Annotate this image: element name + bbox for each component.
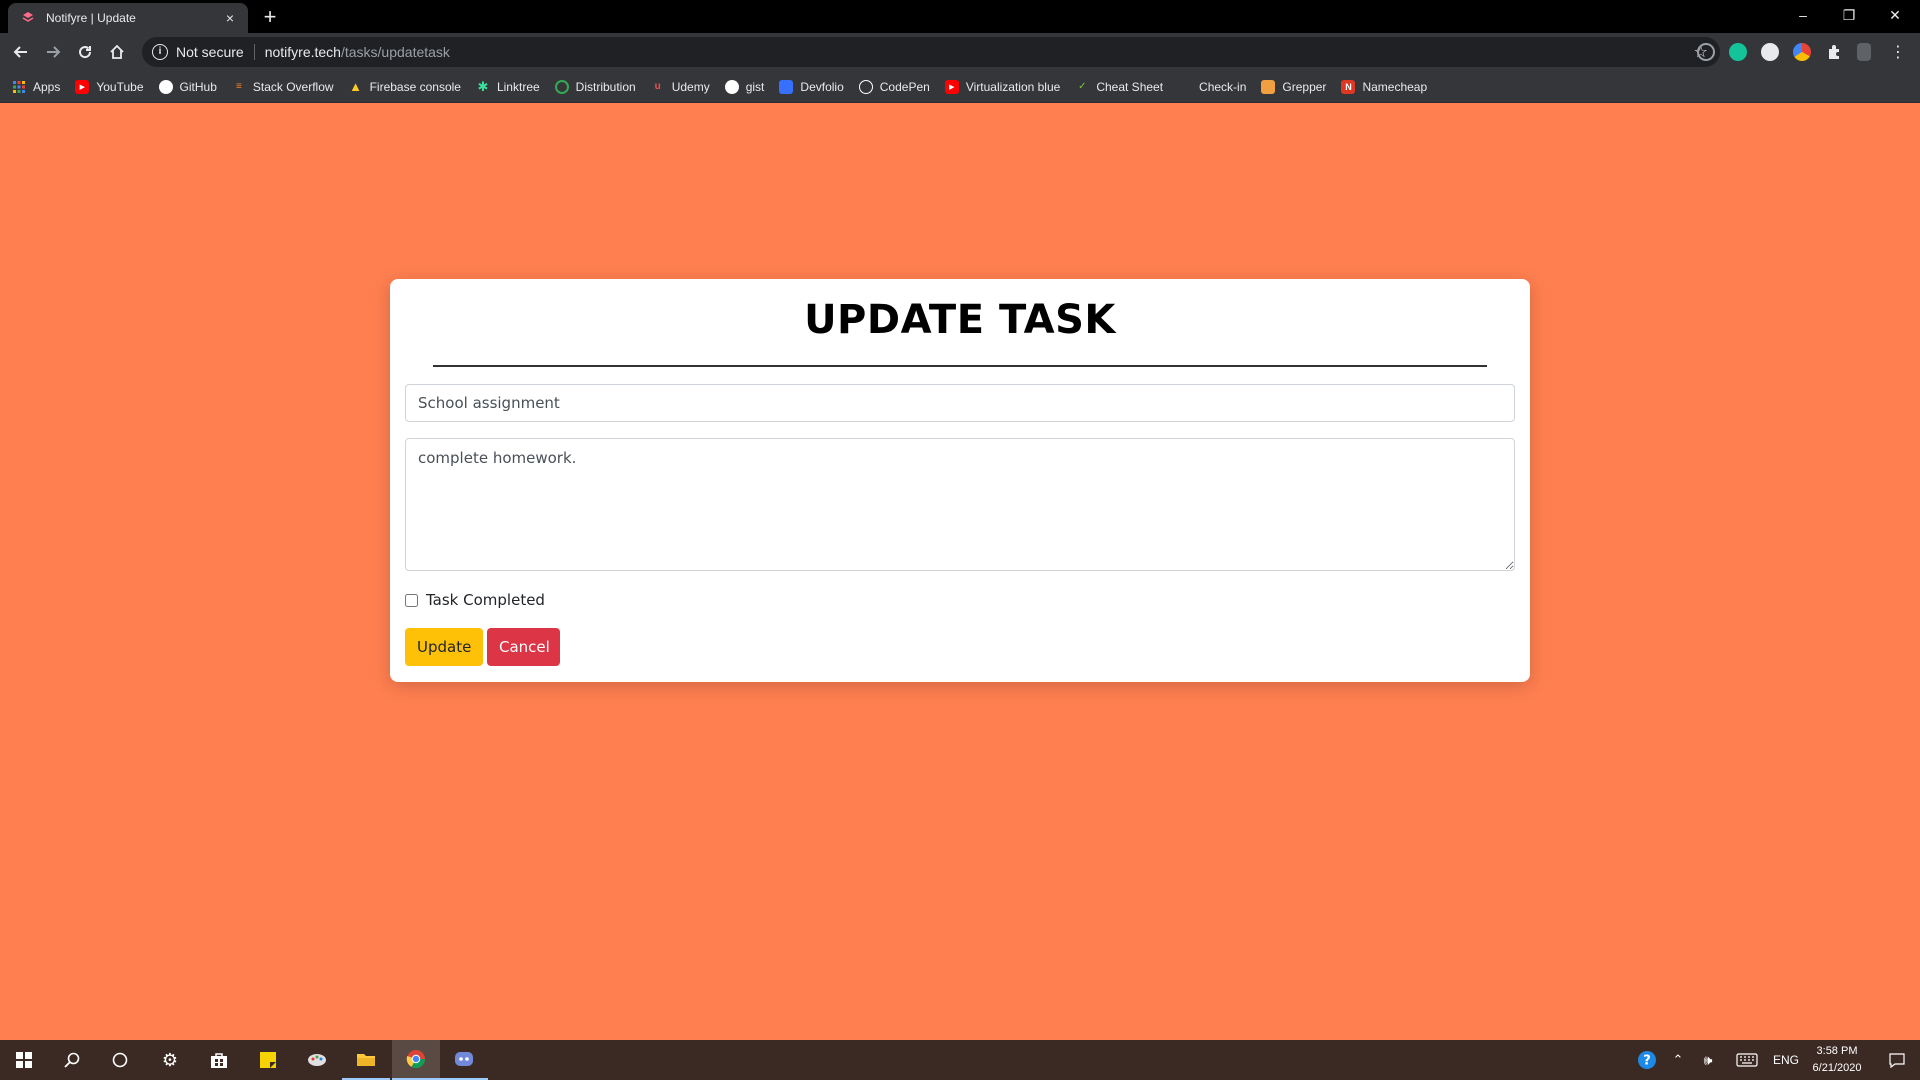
- bookmark-devfolio[interactable]: Devfolio: [779, 79, 844, 94]
- settings-gear-icon[interactable]: ⚙: [146, 1040, 194, 1080]
- update-button[interactable]: Update: [405, 628, 483, 666]
- devfolio-icon: [779, 79, 794, 94]
- bookmark-udemy[interactable]: u Udemy: [651, 80, 710, 94]
- bookmarks-bar: Apps ▶ YouTube GitHub ≡ Stack Overflow ▲ Fi…: [0, 71, 1920, 103]
- reload-button[interactable]: [73, 40, 97, 64]
- task-completed-label: Task Completed: [426, 591, 545, 609]
- info-icon[interactable]: i: [152, 44, 168, 60]
- grepper-icon: [1261, 79, 1276, 94]
- sticky-notes-icon[interactable]: [244, 1040, 292, 1080]
- task-completed-row[interactable]: Task Completed: [405, 591, 545, 609]
- notifyre-favicon-icon: [20, 10, 36, 26]
- profile-avatar[interactable]: [1857, 43, 1871, 61]
- extension-github-icon[interactable]: [1697, 43, 1715, 61]
- forward-button[interactable]: [41, 40, 65, 64]
- bookmark-stackoverflow[interactable]: ≡ Stack Overflow: [232, 80, 334, 94]
- clock-time: 3:58 PM: [1816, 1045, 1858, 1057]
- bookmark-linktree[interactable]: ✱ Linktree: [476, 78, 540, 94]
- chrome-icon[interactable]: [392, 1040, 440, 1080]
- title-divider: [433, 365, 1487, 367]
- home-button[interactable]: [105, 40, 129, 64]
- bookmark-check-in[interactable]: Check-in: [1178, 80, 1246, 94]
- paint-icon[interactable]: [293, 1040, 341, 1080]
- udemy-icon: u: [654, 81, 661, 92]
- bookmark-github[interactable]: GitHub: [158, 79, 217, 94]
- minimize-button[interactable]: –: [1780, 0, 1826, 30]
- cheatsheet-icon: ✓: [1078, 81, 1087, 92]
- browser-tab-active[interactable]: Notifyre | Update ×: [8, 3, 248, 33]
- bookmark-codepen[interactable]: CodePen: [858, 79, 930, 94]
- github-icon: [158, 79, 173, 94]
- language-indicator[interactable]: ENG: [1768, 1040, 1804, 1080]
- discord-icon[interactable]: [440, 1040, 488, 1080]
- security-label: Not secure: [176, 44, 244, 60]
- firebase-icon: ▲: [349, 79, 363, 94]
- back-button[interactable]: [9, 40, 33, 64]
- reload-icon: [79, 46, 92, 59]
- url-host: notifyre.tech: [264, 44, 341, 60]
- keyboard-icon[interactable]: [1730, 1040, 1764, 1080]
- url-path: /tasks/updatetask: [340, 44, 450, 60]
- namecheap-icon: N: [1341, 79, 1356, 94]
- github-icon: [724, 79, 739, 94]
- distribution-icon: [554, 79, 569, 94]
- windows-taskbar: ⚙ ? ⌃ 🕪 ENG 3:58 PM 6/21/2020: [0, 1040, 1920, 1080]
- bookmark-gist[interactable]: gist: [724, 79, 764, 94]
- youtube-icon: ▶: [944, 79, 959, 94]
- extensions-puzzle-icon[interactable]: [1822, 40, 1846, 64]
- address-bar[interactable]: i Not secure notifyre.tech /tasks/update…: [142, 37, 1720, 67]
- store-icon[interactable]: [195, 1040, 243, 1080]
- volume-icon[interactable]: 🕪: [1694, 1040, 1722, 1080]
- address-separator: [253, 44, 255, 60]
- close-window-button[interactable]: ✕: [1872, 0, 1918, 30]
- bookmark-apps[interactable]: Apps: [12, 80, 60, 94]
- bookmark-youtube[interactable]: ▶ YouTube: [75, 79, 144, 94]
- task-title-input[interactable]: [405, 384, 1515, 422]
- bookmark-namecheap[interactable]: N Namecheap: [1341, 79, 1427, 94]
- home-icon: [110, 44, 124, 59]
- bookmark-cheat-sheet[interactable]: ✓ Cheat Sheet: [1075, 80, 1163, 94]
- stackoverflow-icon: ≡: [235, 81, 242, 92]
- back-arrow-icon: [13, 46, 27, 58]
- action-center-icon[interactable]: [1874, 1040, 1920, 1080]
- codepen-icon: [858, 79, 873, 94]
- tab-close-icon[interactable]: ×: [222, 10, 238, 26]
- tab-title: Notifyre | Update: [46, 11, 136, 25]
- file-explorer-icon[interactable]: [342, 1040, 390, 1080]
- tray-chevron-up-icon[interactable]: ⌃: [1666, 1040, 1690, 1080]
- apps-grid-icon: [12, 80, 26, 94]
- help-icon[interactable]: ?: [1630, 1040, 1664, 1080]
- linktree-icon: ✱: [477, 78, 489, 94]
- bookmark-firebase[interactable]: ▲ Firebase console: [349, 79, 461, 94]
- page-title: UPDATE TASK: [804, 297, 1116, 343]
- grammarly-icon[interactable]: [1729, 43, 1747, 61]
- bookmark-distribution[interactable]: Distribution: [554, 79, 636, 94]
- bookmark-virtualization-blue[interactable]: ▶ Virtualization blue: [944, 79, 1060, 94]
- cancel-button[interactable]: Cancel: [487, 628, 560, 666]
- update-task-card: UPDATE TASK complete homework. Task Comp…: [390, 279, 1530, 682]
- menu-kebab-icon[interactable]: ⋮: [1886, 40, 1910, 64]
- restore-button[interactable]: ❐: [1826, 0, 1872, 30]
- forward-arrow-icon: [47, 46, 61, 58]
- cortana-icon[interactable]: [96, 1040, 144, 1080]
- checkin-icon: [1178, 80, 1192, 94]
- clock-date: 6/21/2020: [1812, 1062, 1862, 1074]
- new-tab-button[interactable]: +: [258, 6, 282, 30]
- browser-tab-strip: Notifyre | Update × + – ❐ ✕: [0, 0, 1920, 33]
- bookmark-grepper[interactable]: Grepper: [1261, 79, 1326, 94]
- extension-color-icon[interactable]: [1793, 43, 1811, 61]
- extension-speed-icon[interactable]: [1761, 43, 1779, 61]
- svg-text:?: ?: [1643, 1054, 1651, 1069]
- windows-start-icon[interactable]: [0, 1040, 48, 1080]
- search-icon[interactable]: [48, 1040, 96, 1080]
- task-completed-checkbox[interactable]: [405, 593, 418, 607]
- task-description-textarea[interactable]: complete homework.: [405, 438, 1515, 571]
- youtube-icon: ▶: [75, 79, 90, 94]
- taskbar-clock[interactable]: 3:58 PM 6/21/2020: [1802, 1043, 1872, 1077]
- browser-toolbar: i Not secure notifyre.tech /tasks/update…: [0, 33, 1920, 71]
